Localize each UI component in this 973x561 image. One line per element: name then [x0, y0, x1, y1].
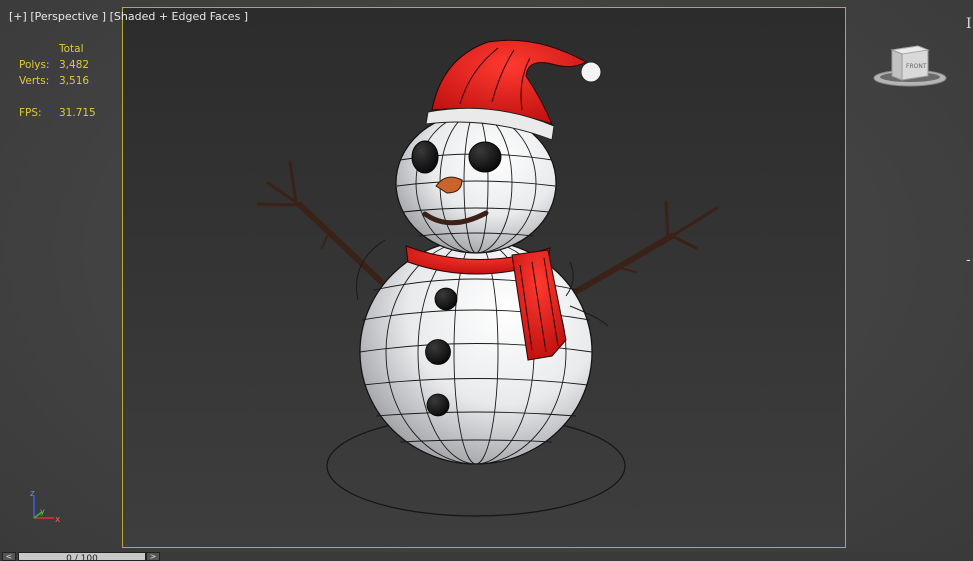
edge-mark-top: I [966, 16, 972, 32]
prev-frame-button[interactable]: < [2, 552, 16, 561]
left-arm [256, 160, 391, 291]
snowman-model[interactable] [0, 0, 973, 552]
next-frame-button[interactable]: > [146, 552, 160, 561]
axis-gizmo-icon: z y x [30, 489, 61, 525]
viewcube-front-label: FRONT [906, 63, 927, 70]
gizmo-z-label: z [30, 489, 35, 499]
time-slider[interactable]: 0 / 100 [18, 552, 146, 561]
hat-pompom [580, 61, 602, 83]
edge-mark-mid: - [966, 252, 971, 268]
right-arm [562, 200, 719, 301]
viewcube-icon[interactable]: FRONT [870, 40, 950, 90]
gizmo-y-label: y [40, 507, 45, 516]
time-slider-bar: < 0 / 100 > [0, 552, 973, 561]
left-eye [411, 140, 439, 174]
gizmo-x-label: x [55, 515, 61, 525]
right-eye [468, 141, 502, 173]
snowman-head [395, 112, 557, 254]
viewport[interactable]: [+] [Perspective ] [Shaded + Edged Faces… [0, 0, 973, 561]
right-panel-edge: I - [962, 0, 973, 561]
